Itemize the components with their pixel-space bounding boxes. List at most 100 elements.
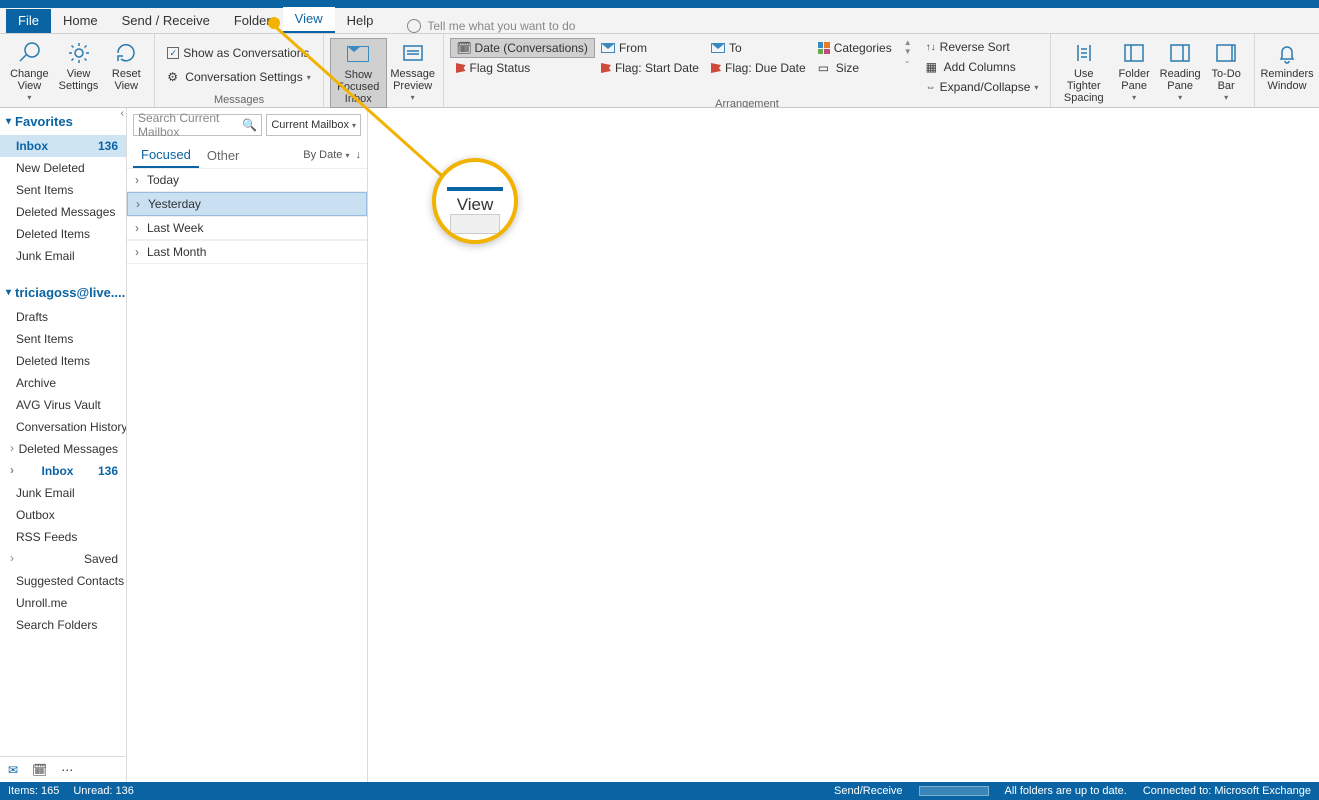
expand-collapse-button[interactable]: ⇔Expand/Collapse▾ — [920, 78, 1045, 96]
reset-view-button[interactable]: Reset View — [104, 38, 148, 94]
sort-icon: ↑↓ — [926, 42, 936, 53]
date-group-yesterday[interactable]: Yesterday — [127, 192, 367, 216]
arrange-flag-start-button[interactable]: Flag: Start Date — [595, 58, 705, 78]
nav-item-sent-items[interactable]: Sent Items — [0, 179, 126, 201]
other-tab[interactable]: Other — [199, 144, 248, 167]
nav-item-inbox[interactable]: Inbox136 — [0, 460, 126, 482]
nav-item-saved[interactable]: Saved — [0, 548, 126, 570]
nav-item-deleted-items[interactable]: Deleted Items — [0, 350, 126, 372]
nav-item-deleted-messages[interactable]: Deleted Messages — [0, 438, 126, 460]
tell-me-search[interactable]: Tell me what you want to do — [407, 19, 575, 33]
gallery-more-button[interactable]: ⌄ — [904, 56, 912, 65]
nav-item-junk-email[interactable]: Junk Email — [0, 245, 126, 267]
group-focused-inbox: Show Focused Inbox Message Preview▾ Focu… — [324, 34, 444, 107]
envelope-icon — [711, 43, 725, 53]
nav-item-sent-items[interactable]: Sent Items — [0, 328, 126, 350]
flag-icon — [711, 63, 721, 73]
ribbon: Change View▾ View Settings Reset View Cu… — [0, 34, 1319, 108]
reminders-window-button[interactable]: Reminders Window — [1261, 38, 1313, 94]
arrange-flag-status-button[interactable]: Flag Status — [450, 58, 595, 78]
search-scope-label: Current Mailbox — [271, 119, 349, 131]
status-bar: Items: 165 Unread: 136 Send/Receive All … — [0, 782, 1319, 800]
conversation-settings-label: Conversation Settings — [185, 70, 302, 84]
account-header[interactable]: ▾ triciagoss@live.... — [0, 279, 126, 306]
mail-icon[interactable]: ✉ — [8, 763, 18, 777]
more-icon[interactable]: ⋯ — [61, 763, 73, 777]
arrange-categories-button[interactable]: Categories — [812, 38, 898, 58]
show-as-conversations-check[interactable]: ✓ Show as Conversations — [161, 44, 315, 62]
status-send-receive: Send/Receive — [834, 785, 903, 797]
bell-icon — [1274, 40, 1300, 66]
nav-item-inbox[interactable]: Inbox136 — [0, 135, 126, 157]
date-group-today[interactable]: Today — [127, 168, 367, 192]
message-preview-icon — [400, 40, 426, 66]
group-messages: ✓ Show as Conversations ⚙ Conversation S… — [155, 34, 323, 107]
arrange-size-button[interactable]: ▭Size — [812, 58, 898, 78]
group-messages-label: Messages — [161, 92, 316, 106]
reading-pane-button[interactable]: Reading Pane▾ — [1158, 38, 1202, 105]
nav-item-search-folders[interactable]: Search Folders — [0, 614, 126, 636]
nav-item-deleted-items[interactable]: Deleted Items — [0, 223, 126, 245]
conversation-settings-button[interactable]: ⚙ Conversation Settings ▾ — [161, 68, 316, 86]
reset-view-icon — [113, 40, 139, 66]
sort-by-date-button[interactable]: By Date ▾ — [303, 149, 349, 161]
tab-file[interactable]: File — [6, 9, 51, 33]
flag-icon — [601, 63, 611, 73]
nav-item-deleted-messages[interactable]: Deleted Messages — [0, 201, 126, 223]
favorites-header[interactable]: ▾ Favorites — [0, 108, 126, 135]
arrange-flag-due-button[interactable]: Flag: Due Date — [705, 58, 812, 78]
view-settings-label: View Settings — [59, 68, 99, 92]
nav-item-archive[interactable]: Archive — [0, 372, 126, 394]
search-input[interactable]: Search Current Mailbox 🔍 — [133, 114, 262, 136]
status-unread: Unread: 136 — [73, 785, 134, 797]
group-layout: Use Tighter Spacing Folder Pane▾ Reading… — [1051, 34, 1255, 107]
todo-bar-button[interactable]: To-Do Bar▾ — [1204, 38, 1248, 105]
folder-pane-button[interactable]: Folder Pane▾ — [1112, 38, 1156, 105]
message-preview-button[interactable]: Message Preview▾ — [389, 38, 437, 105]
sort-direction-button[interactable]: ↓ — [356, 149, 362, 161]
focused-tab[interactable]: Focused — [133, 143, 199, 168]
gallery-down-button[interactable]: ▼ — [904, 47, 912, 56]
checkbox-icon: ✓ — [167, 47, 179, 59]
nav-item-drafts[interactable]: Drafts — [0, 306, 126, 328]
show-focused-inbox-button[interactable]: Show Focused Inbox — [330, 38, 387, 108]
flag-icon — [456, 63, 466, 73]
tab-home[interactable]: Home — [51, 9, 110, 33]
nav-item-conversation-history[interactable]: Conversation History — [0, 416, 126, 438]
group-arrangement: 🗓Date (Conversations) From To Categories… — [444, 34, 1052, 107]
nav-item-outbox[interactable]: Outbox — [0, 504, 126, 526]
group-window: Reminders Window Open in New Window Clos… — [1255, 34, 1319, 107]
arrange-date-button[interactable]: 🗓Date (Conversations) — [450, 38, 595, 58]
calendar-icon[interactable]: 🗓 — [32, 763, 47, 777]
reset-view-label: Reset View — [108, 68, 144, 92]
nav-item-avg-virus-vault[interactable]: AVG Virus Vault — [0, 394, 126, 416]
search-scope-dropdown[interactable]: Current Mailbox ▾ — [266, 114, 361, 136]
arrange-to-button[interactable]: To — [705, 38, 812, 58]
tab-view[interactable]: View — [283, 7, 335, 33]
tighter-spacing-button[interactable]: Use Tighter Spacing — [1057, 38, 1110, 106]
change-view-button[interactable]: Change View▾ — [6, 38, 53, 105]
categories-icon — [818, 42, 830, 54]
arrange-from-button[interactable]: From — [595, 38, 705, 58]
nav-item-suggested-contacts[interactable]: Suggested Contacts — [0, 570, 126, 592]
view-settings-button[interactable]: View Settings — [55, 38, 103, 94]
open-new-window-button[interactable]: Open in New Window — [1315, 38, 1319, 106]
nav-item-new-deleted[interactable]: New Deleted — [0, 157, 126, 179]
view-settings-icon — [66, 40, 92, 66]
tab-send-receive[interactable]: Send / Receive — [110, 9, 222, 33]
calendar-icon: 🗓 — [457, 41, 471, 55]
nav-item-unroll.me[interactable]: Unroll.me — [0, 592, 126, 614]
gallery-up-button[interactable]: ▲ — [904, 38, 912, 47]
nav-item-rss-feeds[interactable]: RSS Feeds — [0, 526, 126, 548]
date-group-last-month[interactable]: Last Month — [127, 240, 367, 264]
title-bar — [0, 0, 1319, 8]
nav-item-junk-email[interactable]: Junk Email — [0, 482, 126, 504]
folder-pane-icon — [1121, 40, 1147, 66]
date-group-last-week[interactable]: Last Week — [127, 216, 367, 240]
add-columns-button[interactable]: ▦Add Columns — [920, 58, 1045, 76]
todo-bar-icon — [1213, 40, 1239, 66]
reverse-sort-button[interactable]: ↑↓Reverse Sort — [920, 38, 1045, 56]
change-view-label: Change View — [10, 68, 49, 92]
tab-help[interactable]: Help — [335, 9, 386, 33]
collapse-nav-button[interactable]: ‹ — [121, 108, 124, 119]
